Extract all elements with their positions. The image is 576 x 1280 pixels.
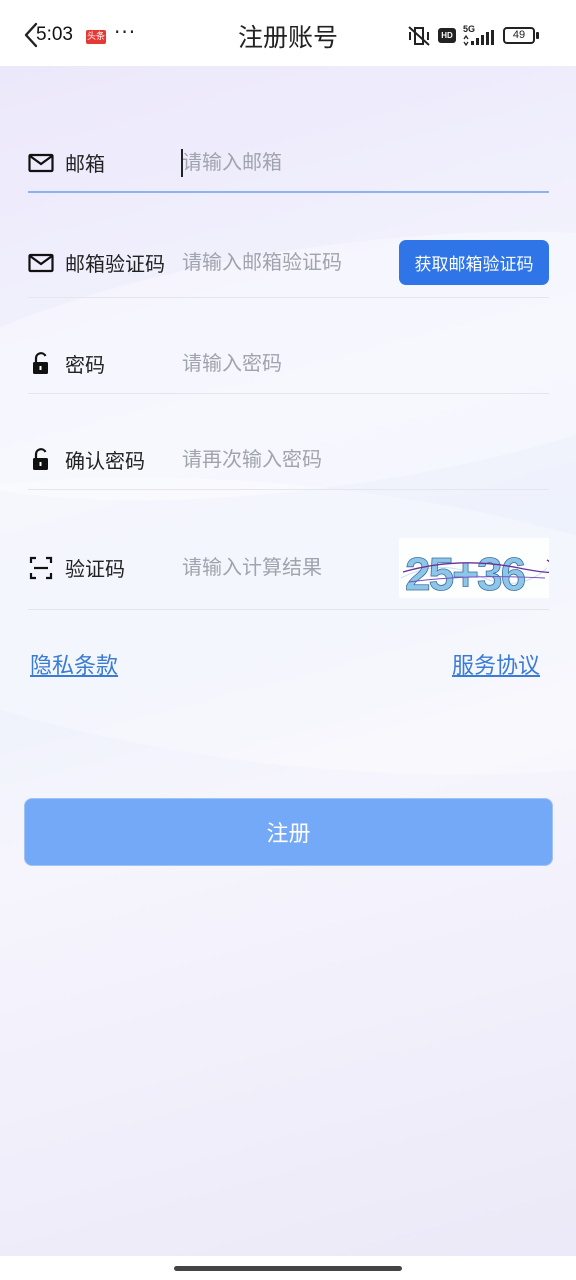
register-button[interactable]: 注册 (24, 798, 553, 866)
email-field[interactable] (182, 144, 412, 180)
email-underline (28, 191, 549, 193)
email-code-field[interactable] (182, 244, 392, 280)
status-bar: 5:03 头条 ··· 注册账号 HD 5G 49 (0, 0, 576, 66)
confirm-password-divider (28, 489, 549, 490)
signal-icon (463, 30, 494, 46)
unlock-icon (33, 448, 48, 470)
captcha-image[interactable]: 25+36 (399, 538, 549, 598)
email-code-divider (28, 297, 549, 298)
captcha-field[interactable] (182, 549, 412, 585)
mail-icon (28, 253, 54, 273)
captcha-text: 25+36 (405, 548, 525, 598)
mail-icon (28, 153, 54, 173)
confirm-password-row: 确认密码 (28, 441, 549, 481)
vibrate-mute-icon (408, 26, 430, 46)
password-divider (28, 393, 549, 394)
home-indicator[interactable] (174, 1266, 402, 1271)
email-label: 邮箱 (65, 152, 105, 176)
confirm-password-field[interactable] (182, 441, 412, 477)
password-row: 密码 (28, 345, 549, 385)
email-code-label: 邮箱验证码 (65, 252, 165, 276)
service-agreement-link[interactable]: 服务协议 (452, 648, 540, 680)
scan-icon (29, 556, 53, 580)
get-email-code-button[interactable]: 获取邮箱验证码 (399, 240, 549, 285)
captcha-divider (28, 609, 549, 610)
unlock-icon (33, 352, 48, 374)
text-caret (181, 149, 183, 177)
password-label: 密码 (65, 353, 105, 377)
battery-icon: 49 (503, 27, 535, 44)
privacy-link[interactable]: 隐私条款 (30, 648, 118, 680)
confirm-password-label: 确认密码 (65, 449, 145, 473)
hd-icon: HD (438, 28, 456, 43)
password-field[interactable] (182, 345, 412, 381)
battery-tip (536, 32, 539, 39)
captcha-label: 验证码 (65, 557, 125, 581)
email-row: 邮箱 (28, 144, 549, 184)
